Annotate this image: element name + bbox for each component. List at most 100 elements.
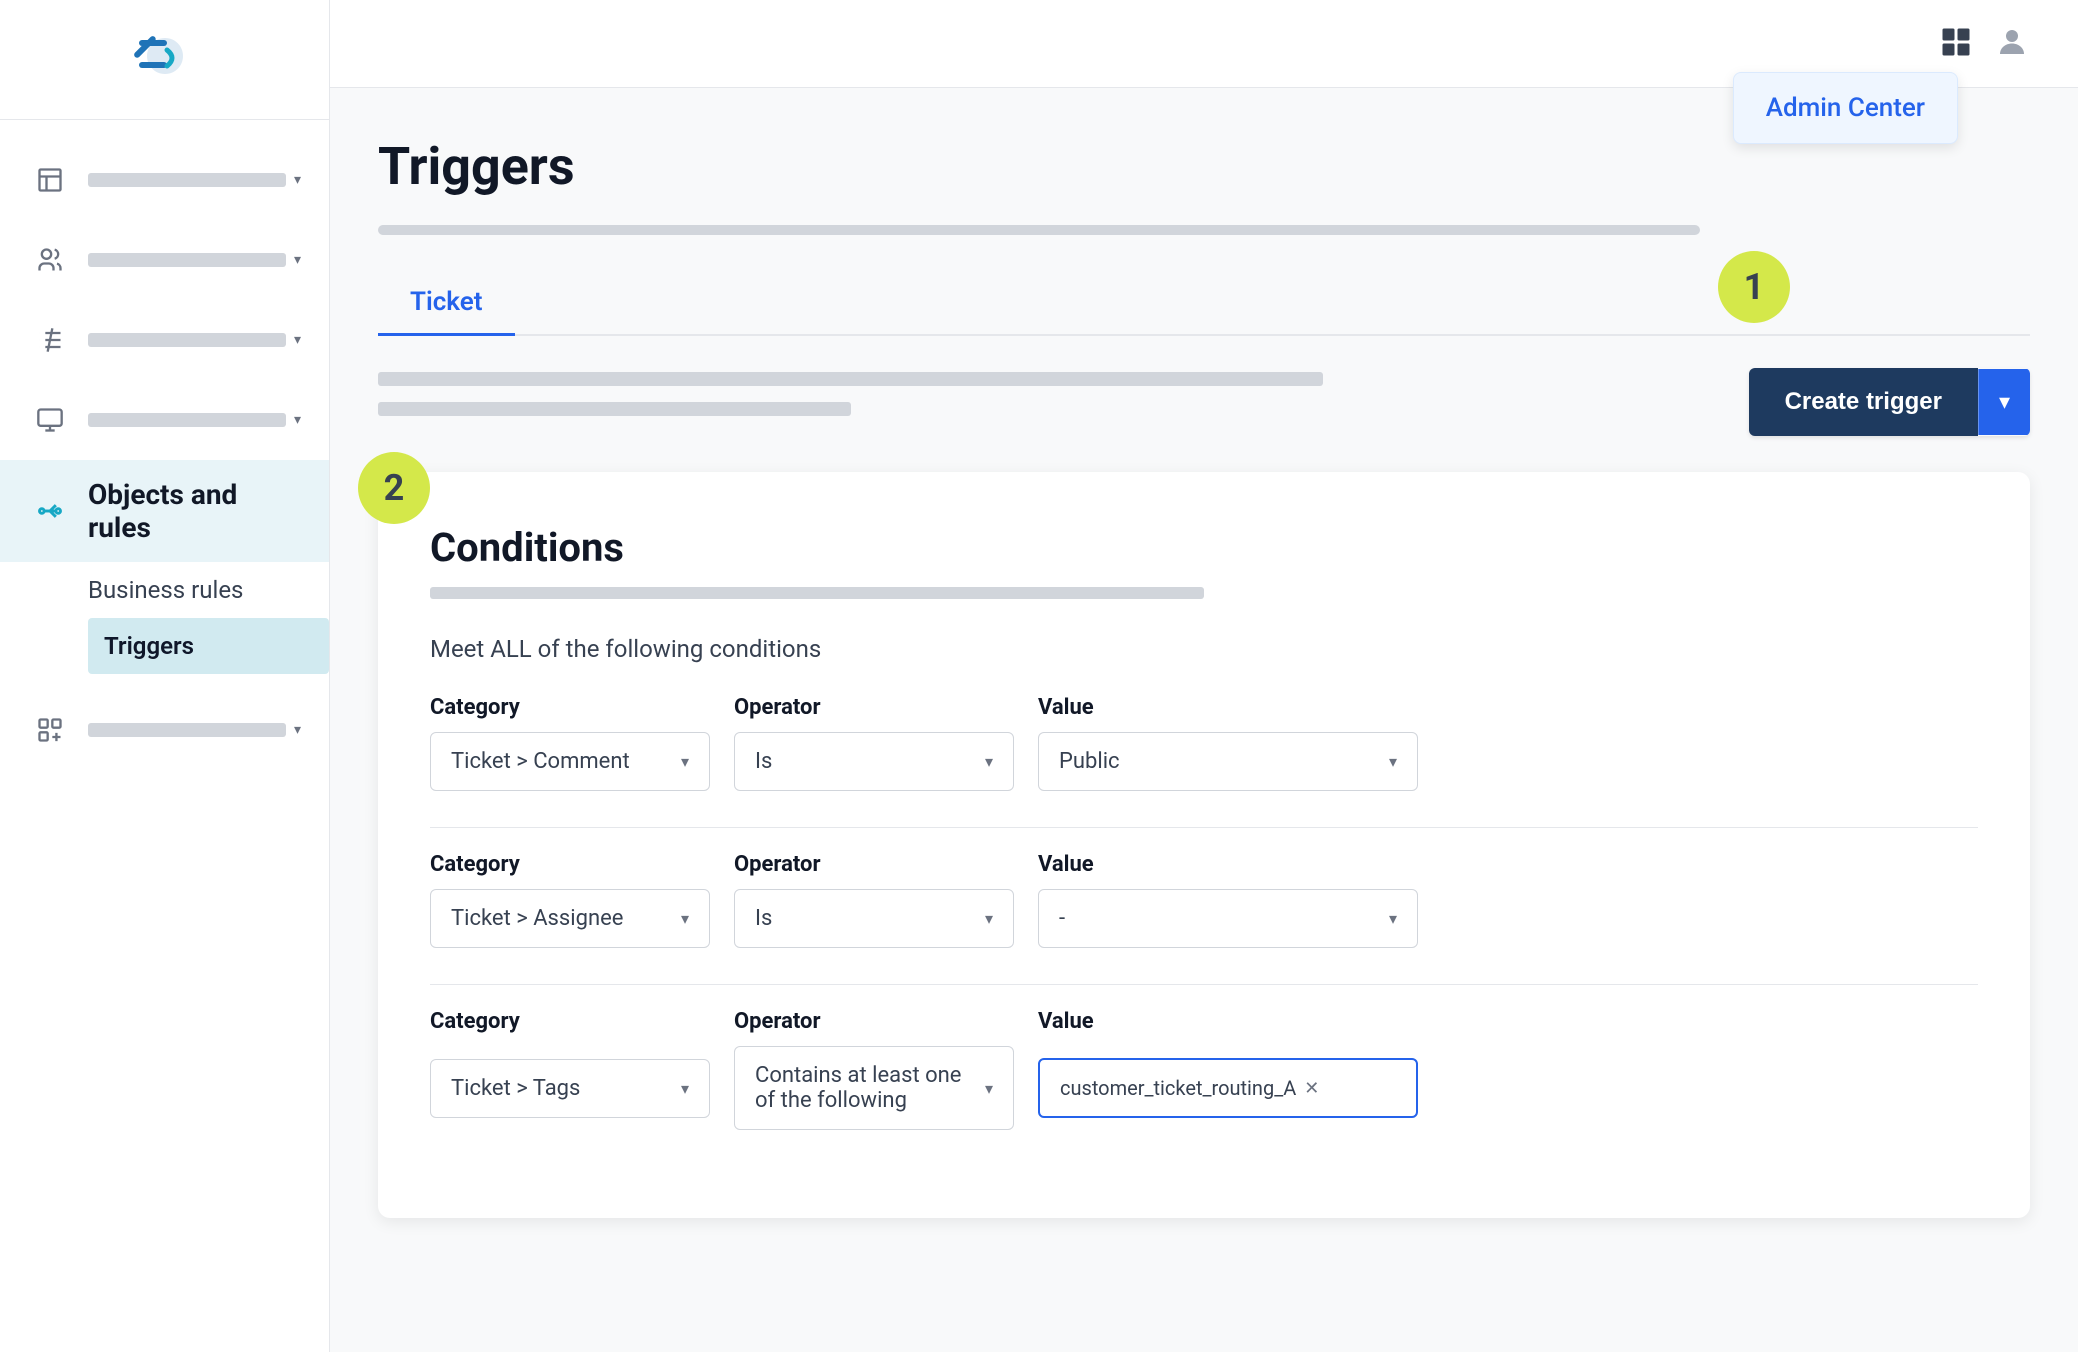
condition-headers-1: Category Operator Value (430, 695, 1978, 720)
divider-1 (430, 827, 1978, 828)
admin-center-dropdown: Admin Center (1733, 72, 1958, 144)
category-select-2-chevron: ▾ (681, 909, 689, 928)
operator-select-1-value: Is (755, 749, 772, 774)
category-select-1-value: Ticket > Comment (451, 749, 630, 774)
admin-center-link[interactable]: Admin Center (1766, 93, 1925, 123)
nav-label-bar (88, 723, 286, 737)
building-icon (28, 158, 72, 202)
sidebar-item-people[interactable]: ▾ (0, 220, 329, 300)
value-header-1: Value (1038, 695, 1418, 720)
apps-icon (28, 708, 72, 752)
main-content: Admin Center Triggers 1 Ticket Create tr… (330, 0, 2078, 1352)
page-title: Triggers (378, 136, 2030, 197)
operator-select-3-value: Contains at least one of the following (755, 1063, 977, 1113)
operator-select-1-chevron: ▾ (985, 752, 993, 771)
nav-label-bar (88, 173, 286, 187)
chevron-down-icon: ▾ (294, 332, 301, 348)
condition-row-1: Category Operator Value Ticket > Comment… (430, 695, 1978, 791)
operator-header-2: Operator (734, 852, 1014, 877)
channels-icon (28, 318, 72, 362)
sidebar-item-workspace[interactable]: ▾ (0, 140, 329, 220)
value-select-1[interactable]: Public ▾ (1038, 732, 1418, 791)
monitor-icon (28, 398, 72, 442)
chevron-down-icon: ▾ (294, 172, 301, 188)
meet-all-text: Meet ALL of the following conditions (430, 635, 1978, 663)
value-select-2-chevron: ▾ (1389, 909, 1397, 928)
value-tag-3-text: customer_ticket_routing_A (1060, 1076, 1296, 1100)
condition-fields-3: Ticket > Tags ▾ Contains at least one of… (430, 1046, 1978, 1130)
sub-nav: Business rules Triggers (0, 562, 329, 674)
grid-icon[interactable] (1938, 24, 1974, 64)
conditions-subtitle-bar (430, 587, 1204, 599)
condition-row-3: Category Operator Value Ticket > Tags ▾ … (430, 1009, 1978, 1130)
sidebar-item-monitor[interactable]: ▾ (0, 380, 329, 460)
value-input-3[interactable]: customer_ticket_routing_A ✕ (1038, 1058, 1418, 1118)
condition-headers-2: Category Operator Value (430, 852, 1978, 877)
nav-label-bar (88, 333, 286, 347)
sidebar: ▾ ▾ ▾ (0, 0, 330, 1352)
sidebar-nav: ▾ ▾ ▾ (0, 120, 329, 1352)
condition-headers-3: Category Operator Value (430, 1009, 1978, 1034)
sub-nav-triggers[interactable]: Triggers (88, 618, 329, 674)
logo-area (0, 0, 329, 120)
value-select-2-value: - (1059, 906, 1065, 931)
operator-header-1: Operator (734, 695, 1014, 720)
create-trigger-dropdown-button[interactable]: ▾ (1978, 369, 2030, 435)
chevron-down-icon: ▾ (294, 252, 301, 268)
category-select-3-value: Ticket > Tags (451, 1076, 580, 1101)
avatar[interactable] (1994, 24, 2030, 64)
step-1-badge: 1 (1718, 251, 1790, 323)
category-select-1[interactable]: Ticket > Comment ▾ (430, 732, 710, 791)
category-select-2-value: Ticket > Assignee (451, 906, 623, 931)
zendesk-logo (125, 30, 205, 90)
conditions-card: Conditions Meet ALL of the following con… (378, 472, 2030, 1218)
toolbar-row: Create trigger ▾ (378, 368, 2030, 436)
objects-rules-label: Objects and rules (88, 478, 301, 544)
create-trigger-button-group: Create trigger ▾ (1749, 368, 2030, 436)
conditions-title: Conditions (430, 524, 1978, 571)
sidebar-item-channels[interactable]: ▾ (0, 300, 329, 380)
sidebar-item-apps[interactable]: ▾ (0, 690, 329, 770)
value-select-1-value: Public (1059, 749, 1120, 774)
condition-row-2: Category Operator Value Ticket > Assigne… (430, 852, 1978, 948)
value-tag-3: customer_ticket_routing_A ✕ (1060, 1076, 1319, 1100)
progress-bar (378, 225, 1700, 235)
people-icon (28, 238, 72, 282)
divider-2 (430, 984, 1978, 985)
operator-select-3-chevron: ▾ (985, 1079, 993, 1098)
operator-select-1[interactable]: Is ▾ (734, 732, 1014, 791)
operator-header-3: Operator (734, 1009, 1014, 1034)
triggers-page: Triggers 1 Ticket Create trigger ▾ (330, 88, 2078, 1352)
objects-rules-icon (28, 489, 72, 533)
sub-nav-business-rules[interactable]: Business rules (88, 562, 329, 618)
operator-select-2[interactable]: Is ▾ (734, 889, 1014, 948)
category-select-3-chevron: ▾ (681, 1079, 689, 1098)
category-select-2[interactable]: Ticket > Assignee ▾ (430, 889, 710, 948)
search-bar-wide (378, 372, 1323, 386)
tab-ticket[interactable]: Ticket (378, 271, 515, 336)
operator-select-2-chevron: ▾ (985, 909, 993, 928)
category-header-2: Category (430, 852, 710, 877)
search-bars (378, 372, 1729, 432)
value-tag-3-close[interactable]: ✕ (1304, 1078, 1319, 1099)
value-select-2[interactable]: - ▾ (1038, 889, 1418, 948)
category-header-1: Category (430, 695, 710, 720)
topbar-icons (1938, 24, 2030, 64)
category-header-3: Category (430, 1009, 710, 1034)
condition-fields-2: Ticket > Assignee ▾ Is ▾ - ▾ (430, 889, 1978, 948)
value-select-1-chevron: ▾ (1389, 752, 1397, 771)
operator-select-3[interactable]: Contains at least one of the following ▾ (734, 1046, 1014, 1130)
condition-fields-1: Ticket > Comment ▾ Is ▾ Public ▾ (430, 732, 1978, 791)
value-header-2: Value (1038, 852, 1418, 877)
chevron-down-icon: ▾ (294, 412, 301, 428)
category-select-3[interactable]: Ticket > Tags ▾ (430, 1059, 710, 1118)
operator-select-2-value: Is (755, 906, 772, 931)
create-trigger-button[interactable]: Create trigger (1749, 368, 1978, 436)
nav-label-bar (88, 413, 286, 427)
search-bar-narrow (378, 402, 851, 416)
chevron-down-icon: ▾ (294, 722, 301, 738)
value-header-3: Value (1038, 1009, 1418, 1034)
step-2-badge: 2 (358, 452, 430, 524)
sidebar-item-objects-rules[interactable]: Objects and rules (0, 460, 329, 562)
category-select-1-chevron: ▾ (681, 752, 689, 771)
